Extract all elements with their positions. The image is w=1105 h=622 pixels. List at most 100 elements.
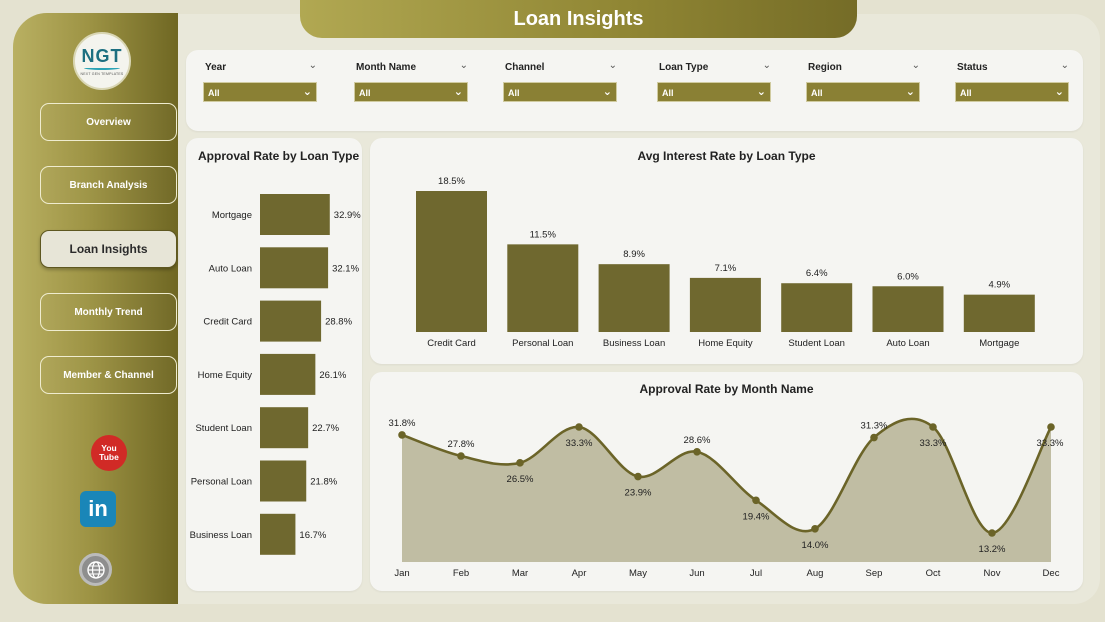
category-label: Business Loan — [190, 530, 252, 541]
filter-value: All — [960, 88, 972, 98]
category-label: Home Equity — [198, 370, 253, 381]
chevron-down-icon[interactable]: ⌄ — [309, 60, 317, 71]
data-label: 33.3% — [920, 438, 947, 449]
filter-label: Month Name — [356, 62, 416, 73]
category-label: Mortgage — [212, 210, 252, 221]
nav-member-channel-button[interactable]: Member & Channel — [40, 356, 177, 394]
chevron-down-icon[interactable]: ⌄ — [609, 60, 617, 71]
bar-student-loan[interactable] — [781, 283, 853, 332]
bar-auto-loan[interactable] — [260, 247, 329, 289]
data-label: 19.4% — [743, 511, 770, 522]
chevron-down-icon[interactable]: ⌄ — [1061, 60, 1069, 71]
approval-by-loan-type-chart: Mortgage 32.9% Auto Loan 32.1% Credit Card 28… — [190, 194, 361, 555]
data-point-sep[interactable] — [870, 433, 878, 442]
chevron-down-icon: ⌄ — [1054, 86, 1064, 98]
bar-personal-loan[interactable] — [260, 460, 307, 502]
month-tick-label: May — [629, 568, 647, 579]
bar-business-loan[interactable] — [260, 513, 296, 555]
data-label: 22.7% — [312, 423, 339, 434]
month-tick-label: Aug — [807, 568, 824, 579]
category-label: Personal Loan — [191, 477, 252, 488]
category-label: Auto Loan — [886, 338, 929, 349]
bar-personal-loan[interactable] — [507, 244, 579, 332]
month-tick-label: Sep — [866, 568, 883, 579]
category-label: Student Loan — [195, 423, 252, 434]
linkedin-label: in — [88, 496, 108, 521]
data-label: 32.1% — [332, 263, 359, 274]
data-label: 31.3% — [861, 421, 888, 432]
category-label: Business Loan — [603, 338, 665, 349]
nav-branch-analysis-button[interactable]: Branch Analysis — [40, 166, 177, 204]
data-point-jun[interactable] — [693, 447, 701, 456]
bar-credit-card[interactable] — [416, 191, 487, 332]
data-label: 14.0% — [802, 540, 829, 551]
data-label: 7.1% — [715, 263, 737, 274]
data-label: 18.5% — [438, 176, 465, 187]
filter-dropdown[interactable]: All ⌄ — [806, 82, 920, 102]
data-point-mar[interactable] — [516, 459, 524, 467]
chevron-down-icon[interactable]: ⌄ — [460, 60, 468, 71]
chevron-down-icon[interactable]: ⌄ — [912, 60, 920, 71]
data-label: 31.8% — [389, 418, 416, 429]
filter-year[interactable]: Year ⌄ All ⌄ — [203, 60, 317, 102]
month-tick-label: Apr — [572, 568, 587, 579]
chevron-down-icon: ⌄ — [905, 86, 915, 98]
area-fill — [402, 418, 1051, 562]
month-tick-label: Jan — [394, 568, 409, 579]
data-point-may[interactable] — [634, 472, 642, 481]
category-label: Personal Loan — [512, 338, 573, 349]
data-label: 16.7% — [299, 530, 326, 541]
bar-auto-loan[interactable] — [872, 286, 944, 332]
nav-overview-button[interactable]: Overview — [40, 103, 177, 141]
logo-mark: NGT — [81, 45, 123, 66]
bar-credit-card[interactable] — [260, 300, 322, 342]
website-globe-icon[interactable] — [79, 553, 112, 586]
month-tick-label: Jul — [750, 568, 762, 579]
data-point-dec[interactable] — [1047, 423, 1055, 431]
data-point-jul[interactable] — [752, 496, 760, 505]
data-label: 26.5% — [507, 474, 534, 485]
filter-dropdown[interactable]: All ⌄ — [354, 82, 468, 102]
bar-home-equity[interactable] — [689, 277, 761, 332]
filter-region[interactable]: Region ⌄ All ⌄ — [806, 60, 920, 102]
nav-monthly-trend-button[interactable]: Monthly Trend — [40, 293, 177, 331]
filter-channel[interactable]: Channel ⌄ All ⌄ — [503, 60, 617, 102]
youtube-icon[interactable]: You Tube — [91, 435, 127, 471]
chevron-down-icon: ⌄ — [756, 86, 766, 98]
filter-value: All — [811, 88, 823, 98]
data-point-apr[interactable] — [575, 423, 583, 431]
bar-home-equity[interactable] — [260, 353, 316, 395]
data-point-feb[interactable] — [457, 452, 465, 460]
month-tick-label: Jun — [689, 568, 704, 579]
filter-status[interactable]: Status ⌄ All ⌄ — [955, 60, 1069, 102]
youtube-label: You Tube — [99, 443, 119, 462]
brand-logo: NGT NEXT GEN TEMPLATES — [73, 32, 131, 90]
filter-loan-type[interactable]: Loan Type ⌄ All ⌄ — [657, 60, 771, 102]
category-label: Home Equity — [698, 338, 753, 349]
filter-dropdown[interactable]: All ⌄ — [503, 82, 617, 102]
bar-business-loan[interactable] — [598, 264, 670, 332]
data-point-aug[interactable] — [811, 524, 819, 533]
linkedin-icon[interactable]: in — [80, 491, 116, 527]
data-point-nov[interactable] — [988, 529, 996, 537]
chevron-down-icon[interactable]: ⌄ — [763, 60, 771, 71]
filter-value: All — [359, 88, 371, 98]
filter-month-name[interactable]: Month Name ⌄ All ⌄ — [354, 60, 468, 102]
data-label: 28.8% — [325, 317, 352, 328]
data-label: 11.5% — [530, 229, 557, 240]
month-tick-label: Oct — [926, 568, 941, 579]
data-point-oct[interactable] — [929, 423, 937, 431]
filter-dropdown[interactable]: All ⌄ — [203, 82, 317, 102]
bar-mortgage[interactable] — [260, 194, 330, 235]
nav-loan-insights-button[interactable]: Loan Insights — [40, 230, 177, 268]
data-point-jan[interactable] — [398, 431, 406, 439]
filter-label: Region — [808, 62, 842, 73]
filter-dropdown[interactable]: All ⌄ — [955, 82, 1069, 102]
avg-interest-rate-card: Avg Interest Rate by Loan Type 18.5% Cred… — [370, 138, 1083, 364]
bar-student-loan[interactable] — [260, 407, 309, 449]
month-tick-label: Dec — [1043, 568, 1060, 579]
approval-by-month-card: Approval Rate by Month Name 31.8% Jan 27.8… — [370, 372, 1083, 591]
filter-dropdown[interactable]: All ⌄ — [657, 82, 771, 102]
category-label: Credit Card — [427, 338, 476, 349]
bar-mortgage[interactable] — [963, 294, 1035, 332]
